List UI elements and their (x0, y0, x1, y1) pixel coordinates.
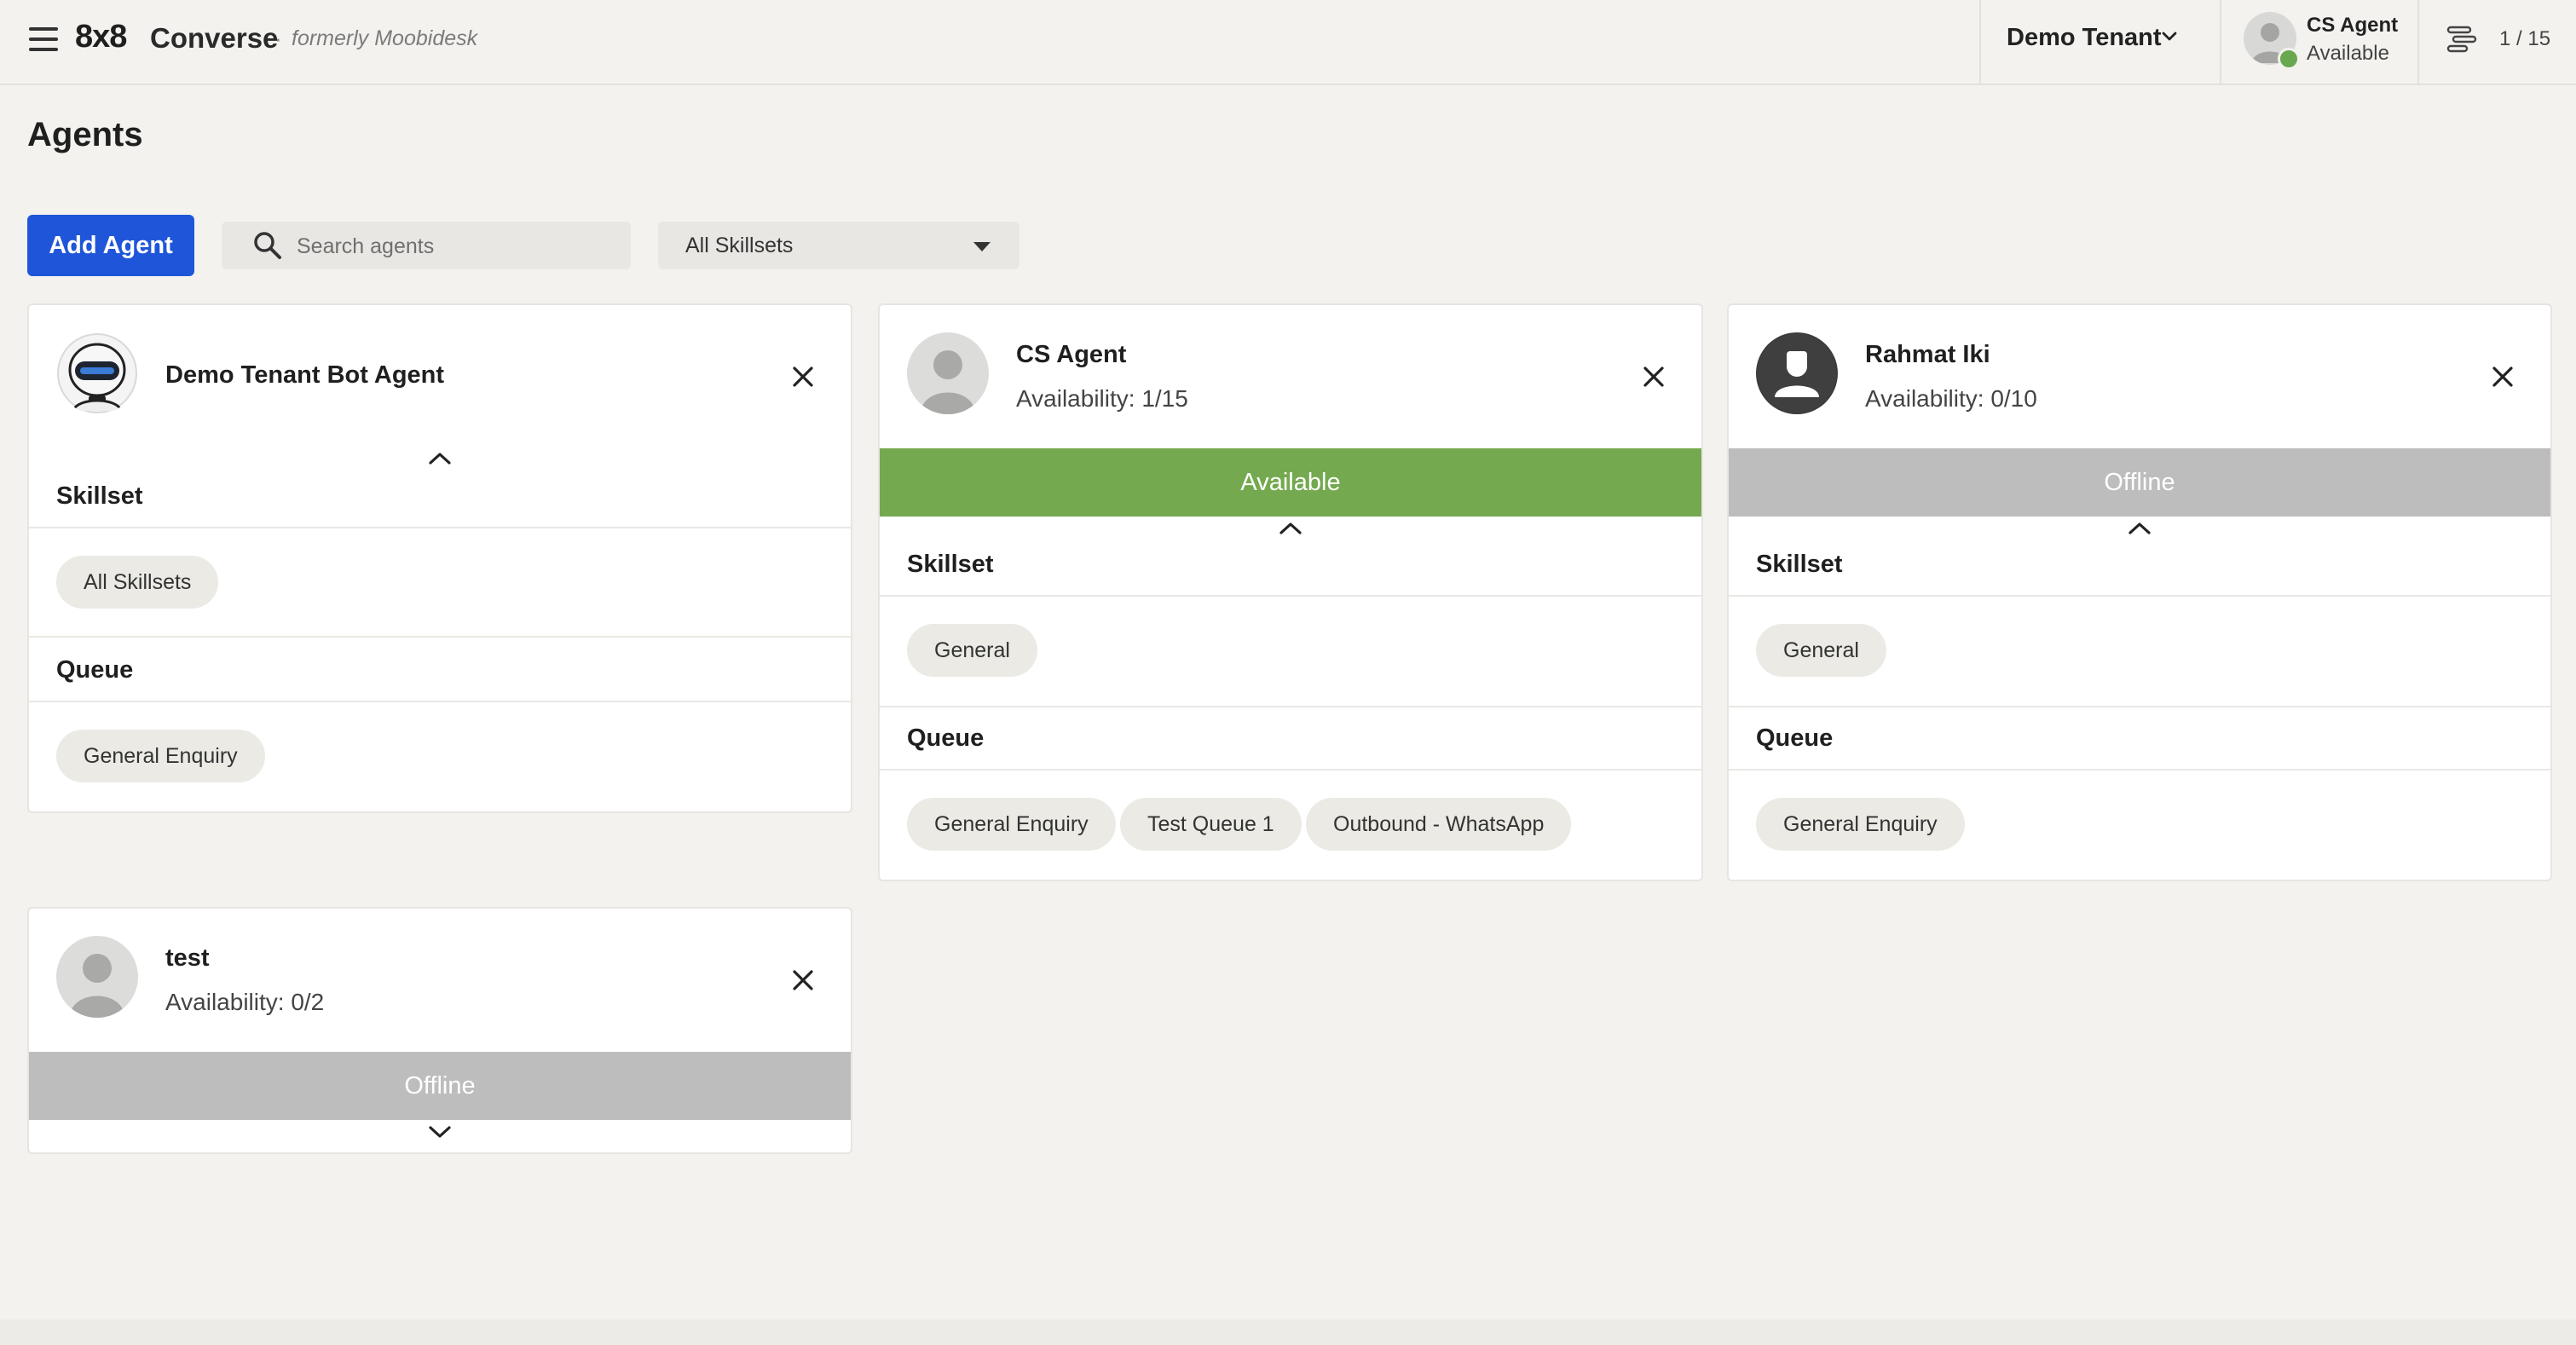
divider (1729, 595, 2550, 597)
current-user-name[interactable]: CS Agent (2307, 14, 2398, 38)
brand-product-name: Converse (150, 22, 279, 54)
divider (880, 595, 1701, 597)
queue-count: 1 / 15 (2499, 27, 2551, 50)
queue-chip: General Enquiry (1756, 798, 1965, 851)
search-box[interactable] (222, 222, 631, 269)
skillset-filter[interactable]: All Skillsets (658, 222, 1019, 269)
close-icon[interactable] (791, 968, 815, 992)
chevron-up-icon[interactable] (2128, 522, 2151, 535)
avatar (56, 332, 138, 414)
agent-name: Rahmat Iki (1865, 341, 1990, 368)
divider (880, 706, 1701, 707)
skillset-filter-value: All Skillsets (685, 234, 794, 257)
agent-availability: Availability: 1/15 (1016, 385, 1188, 412)
skillset-chip: All Skillsets (56, 556, 219, 609)
agent-availability: Availability: 0/2 (165, 989, 325, 1015)
tenant-selector[interactable]: Demo Tenant (2007, 24, 2162, 52)
divider (29, 636, 851, 638)
status-bar-offline[interactable]: Offline (29, 1052, 851, 1120)
queue-chip: General Enquiry (907, 798, 1116, 851)
avatar (1756, 332, 1838, 414)
window-bottom-edge (0, 1319, 2576, 1345)
agent-name: CS Agent (1016, 341, 1127, 368)
brand-logo: 8x8 (75, 19, 127, 55)
close-icon[interactable] (2491, 365, 2515, 389)
brand-separator: · (274, 26, 282, 51)
brand-formerly: formerly Moobidesk (292, 26, 478, 50)
agent-card: CS Agent Availability: 1/15 Available Sk… (878, 303, 1703, 881)
chevron-down-icon[interactable] (2160, 27, 2179, 46)
chevron-down-icon[interactable] (428, 1125, 452, 1139)
skillset-chip: General (1756, 624, 1886, 677)
user-icon (921, 350, 975, 414)
avatar (56, 936, 138, 1018)
divider (29, 701, 851, 702)
agent-card: Rahmat Iki Availability: 0/10 Offline Sk… (1727, 303, 2552, 881)
current-user-status[interactable]: Available (2307, 42, 2389, 66)
skillset-label: Skillset (907, 551, 994, 578)
chevron-up-icon[interactable] (428, 452, 452, 465)
status-bar-available[interactable]: Available (880, 448, 1701, 517)
add-agent-button[interactable]: Add Agent (27, 215, 194, 276)
skillset-label: Skillset (1756, 551, 1843, 578)
agent-name: test (165, 944, 210, 972)
user-icon (70, 954, 124, 1018)
agent-card: test Availability: 0/2 Offline (27, 907, 852, 1154)
divider (29, 527, 851, 528)
queue-label: Queue (1756, 724, 1834, 752)
skillset-chip: General (907, 624, 1037, 677)
chevron-up-icon[interactable] (1279, 522, 1302, 535)
queue-list-icon[interactable] (2445, 22, 2479, 56)
bot-icon (57, 333, 137, 413)
queue-label: Queue (56, 656, 134, 684)
top-bar: 8x8 Converse · formerly Moobidesk Demo T… (0, 0, 2576, 85)
divider (2417, 0, 2419, 84)
divider (2220, 0, 2221, 84)
agent-card: Demo Tenant Bot Agent Skillset All Skill… (27, 303, 852, 813)
queue-chip: Outbound - WhatsApp (1306, 798, 1572, 851)
search-input[interactable] (295, 227, 622, 266)
online-status-dot (2278, 48, 2300, 70)
status-bar-offline[interactable]: Offline (1729, 448, 2550, 517)
user-icon (1758, 334, 1836, 413)
divider (1729, 706, 2550, 707)
search-icon (254, 232, 281, 259)
divider (880, 769, 1701, 771)
queue-chip: General Enquiry (56, 730, 265, 782)
agent-availability: Availability: 0/10 (1865, 385, 2037, 412)
menu-icon[interactable] (29, 27, 58, 53)
divider (1729, 769, 2550, 771)
divider (1979, 0, 1981, 84)
close-icon[interactable] (791, 365, 815, 389)
avatar (907, 332, 989, 414)
queue-chip: Test Queue 1 (1120, 798, 1302, 851)
page-title: Agents (27, 116, 143, 153)
close-icon[interactable] (1642, 365, 1666, 389)
skillset-label: Skillset (56, 482, 143, 510)
queue-label: Queue (907, 724, 985, 752)
agent-name: Demo Tenant Bot Agent (165, 361, 445, 389)
caret-down-icon (973, 242, 991, 251)
